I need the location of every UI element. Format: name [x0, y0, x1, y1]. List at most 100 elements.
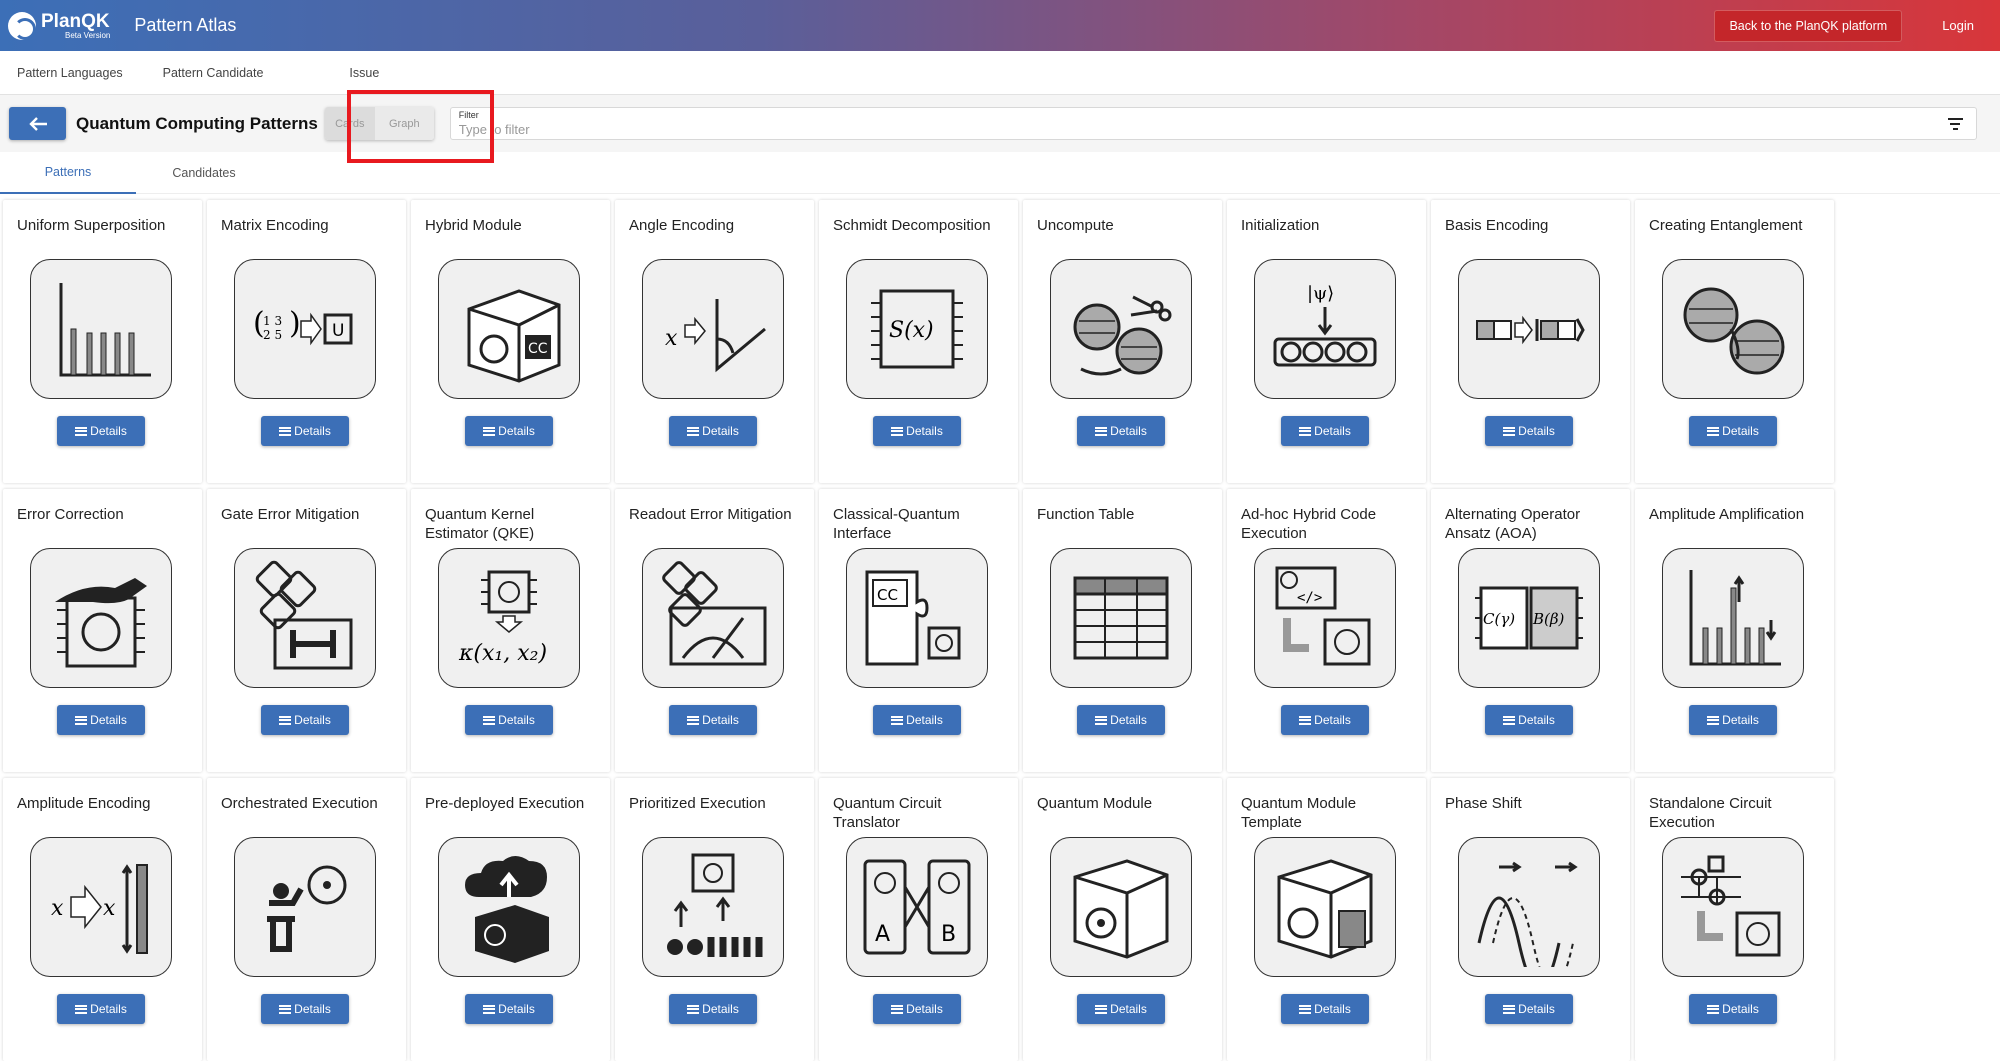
- svg-text:B: B: [941, 922, 956, 947]
- pattern-card-title: Schmidt Decomposition: [833, 217, 991, 234]
- pattern-card-quantum-kernel-estimator-qke[interactable]: Quantum Kernel Estimator (QKE) κ(x₁, x₂) D…: [411, 489, 610, 772]
- pattern-card-function-table[interactable]: Function Table Details: [1023, 489, 1222, 772]
- tab-candidates[interactable]: Candidates: [136, 152, 272, 194]
- function-chip-icon: S(x): [871, 289, 963, 369]
- details-button[interactable]: Details: [261, 705, 349, 735]
- back-to-platform-button[interactable]: Back to the PlanQK platform: [1714, 9, 1903, 42]
- pattern-card-basis-encoding[interactable]: Basis Encoding Details: [1431, 200, 1630, 483]
- details-button[interactable]: Details: [465, 705, 553, 735]
- pattern-card-gate-error-mitigation[interactable]: Gate Error Mitigation Details: [207, 489, 406, 772]
- details-button[interactable]: Details: [1077, 994, 1165, 1024]
- pattern-card-readout-error-mitigation[interactable]: Readout Error Mitigation Details: [615, 489, 814, 772]
- details-button[interactable]: Details: [1485, 994, 1573, 1024]
- back-button[interactable]: [9, 107, 66, 140]
- pattern-card-classical-quantum-interface[interactable]: Classical-Quantum Interface CC Details: [819, 489, 1018, 772]
- details-label: Details: [1110, 1002, 1147, 1016]
- pattern-card-phase-shift[interactable]: Phase Shift Details: [1431, 778, 1630, 1061]
- pattern-image: S(x): [846, 259, 988, 399]
- pattern-card-title: Classical-Quantum Interface: [833, 506, 960, 542]
- details-button[interactable]: Details: [1281, 416, 1369, 446]
- pattern-card-schmidt-decomposition[interactable]: Schmidt Decomposition S(x) Details: [819, 200, 1018, 483]
- details-label: Details: [1722, 1002, 1759, 1016]
- details-button[interactable]: Details: [57, 994, 145, 1024]
- pattern-card-title: Function Table: [1037, 506, 1135, 523]
- pattern-card-prioritized-execution[interactable]: Prioritized Execution Details: [615, 778, 814, 1061]
- details-label: Details: [90, 424, 127, 438]
- pattern-card-error-correction[interactable]: Error Correction Details: [3, 489, 202, 772]
- details-button[interactable]: Details: [465, 994, 553, 1024]
- yarn-scissors-icon: [1073, 295, 1172, 376]
- view-graph-button[interactable]: Graph: [374, 107, 434, 140]
- list-icon: [1095, 715, 1108, 725]
- details-button[interactable]: Details: [669, 705, 757, 735]
- login-button[interactable]: Login: [1928, 10, 1988, 41]
- details-button[interactable]: Details: [669, 416, 757, 446]
- pattern-card-title: Pre-deployed Execution: [425, 795, 585, 812]
- details-label: Details: [294, 424, 331, 438]
- pattern-card-ad-hoc-hybrid-code-execution[interactable]: Ad-hoc Hybrid Code Execution </> Details: [1227, 489, 1426, 772]
- details-button[interactable]: Details: [1689, 416, 1777, 446]
- pattern-card-quantum-module-template[interactable]: Quantum Module Template Details: [1227, 778, 1426, 1061]
- pattern-card-initialization[interactable]: Initialization |ψ⟩ Details: [1227, 200, 1426, 483]
- pattern-card-amplitude-encoding[interactable]: Amplitude Encoding x x Details: [3, 778, 202, 1061]
- details-button[interactable]: Details: [1485, 705, 1573, 735]
- details-button[interactable]: Details: [669, 994, 757, 1024]
- nav-issue[interactable]: Issue: [332, 51, 396, 95]
- pattern-image: CC: [846, 548, 988, 688]
- list-icon: [1095, 1004, 1108, 1014]
- list-icon: [687, 715, 700, 725]
- list-icon: [483, 715, 496, 725]
- pattern-card-quantum-module[interactable]: Quantum Module Details: [1023, 778, 1222, 1061]
- filter-list-icon[interactable]: [1947, 118, 1963, 131]
- details-label: Details: [1518, 713, 1555, 727]
- list-icon: [279, 1004, 292, 1014]
- pattern-card-quantum-circuit-translator[interactable]: Quantum Circuit Translator A B Details: [819, 778, 1018, 1061]
- pattern-image: |ψ⟩: [1254, 259, 1396, 399]
- details-button[interactable]: Details: [465, 416, 553, 446]
- basis-encoding-icon: [1476, 315, 1585, 345]
- pattern-image: [234, 837, 376, 977]
- details-button[interactable]: Details: [1281, 994, 1369, 1024]
- view-cards-button[interactable]: Cards: [324, 107, 375, 140]
- filter-field[interactable]: Filter: [449, 107, 1977, 140]
- pattern-card-title: Uniform Superposition: [17, 217, 166, 234]
- details-button[interactable]: Details: [1077, 705, 1165, 735]
- pattern-image: [1458, 837, 1600, 977]
- details-button[interactable]: Details: [261, 994, 349, 1024]
- details-button[interactable]: Details: [1485, 416, 1573, 446]
- brand[interactable]: PlanQK Beta Version: [8, 11, 110, 40]
- details-button[interactable]: Details: [1689, 705, 1777, 735]
- nav-pattern-candidate[interactable]: Pattern Candidate: [146, 51, 281, 95]
- pattern-card-alternating-operator-ansatz-aoa[interactable]: Alternating Operator Ansatz (AOA) C(γ) B(β…: [1431, 489, 1630, 772]
- details-button[interactable]: Details: [873, 416, 961, 446]
- details-button[interactable]: Details: [1077, 416, 1165, 446]
- list-icon: [1707, 426, 1720, 436]
- pattern-card-pre-deployed-execution[interactable]: Pre-deployed Execution Details: [411, 778, 610, 1061]
- pattern-tabs: Patterns Candidates: [0, 152, 2000, 194]
- details-button[interactable]: Details: [873, 705, 961, 735]
- pattern-card-uniform-superposition[interactable]: Uniform Superposition Details: [3, 200, 202, 483]
- details-button[interactable]: Details: [1689, 994, 1777, 1024]
- pattern-card-uncompute[interactable]: Uncompute Details: [1023, 200, 1222, 483]
- details-button[interactable]: Details: [57, 416, 145, 446]
- tab-patterns[interactable]: Patterns: [0, 152, 136, 194]
- pattern-card-angle-encoding[interactable]: Angle Encoding x Details: [615, 200, 814, 483]
- nav-pattern-languages[interactable]: Pattern Languages: [0, 51, 140, 95]
- details-label: Details: [702, 713, 739, 727]
- pattern-card-hybrid-module[interactable]: Hybrid Module CC Details: [411, 200, 610, 483]
- details-button[interactable]: Details: [1281, 705, 1369, 735]
- pattern-card-creating-entanglement[interactable]: Creating Entanglement Details: [1635, 200, 1834, 483]
- list-icon: [279, 715, 292, 725]
- details-button[interactable]: Details: [873, 994, 961, 1024]
- filter-input[interactable]: [458, 122, 1929, 137]
- pattern-card-standalone-circuit-execution[interactable]: Standalone Circuit Execution Details: [1635, 778, 1834, 1061]
- details-label: Details: [906, 1002, 943, 1016]
- details-button[interactable]: Details: [261, 416, 349, 446]
- details-button[interactable]: Details: [57, 705, 145, 735]
- pattern-card-matrix-encoding[interactable]: Matrix Encoding(1 32 5) U Details: [207, 200, 406, 483]
- wrench-chip-icon: [55, 578, 147, 668]
- pattern-card-title: Uncompute: [1037, 217, 1114, 234]
- pattern-card-orchestrated-execution[interactable]: Orchestrated Execution Details: [207, 778, 406, 1061]
- svg-text:S(x): S(x): [889, 318, 934, 343]
- pattern-card-amplitude-amplification[interactable]: Amplitude Amplification Details: [1635, 489, 1834, 772]
